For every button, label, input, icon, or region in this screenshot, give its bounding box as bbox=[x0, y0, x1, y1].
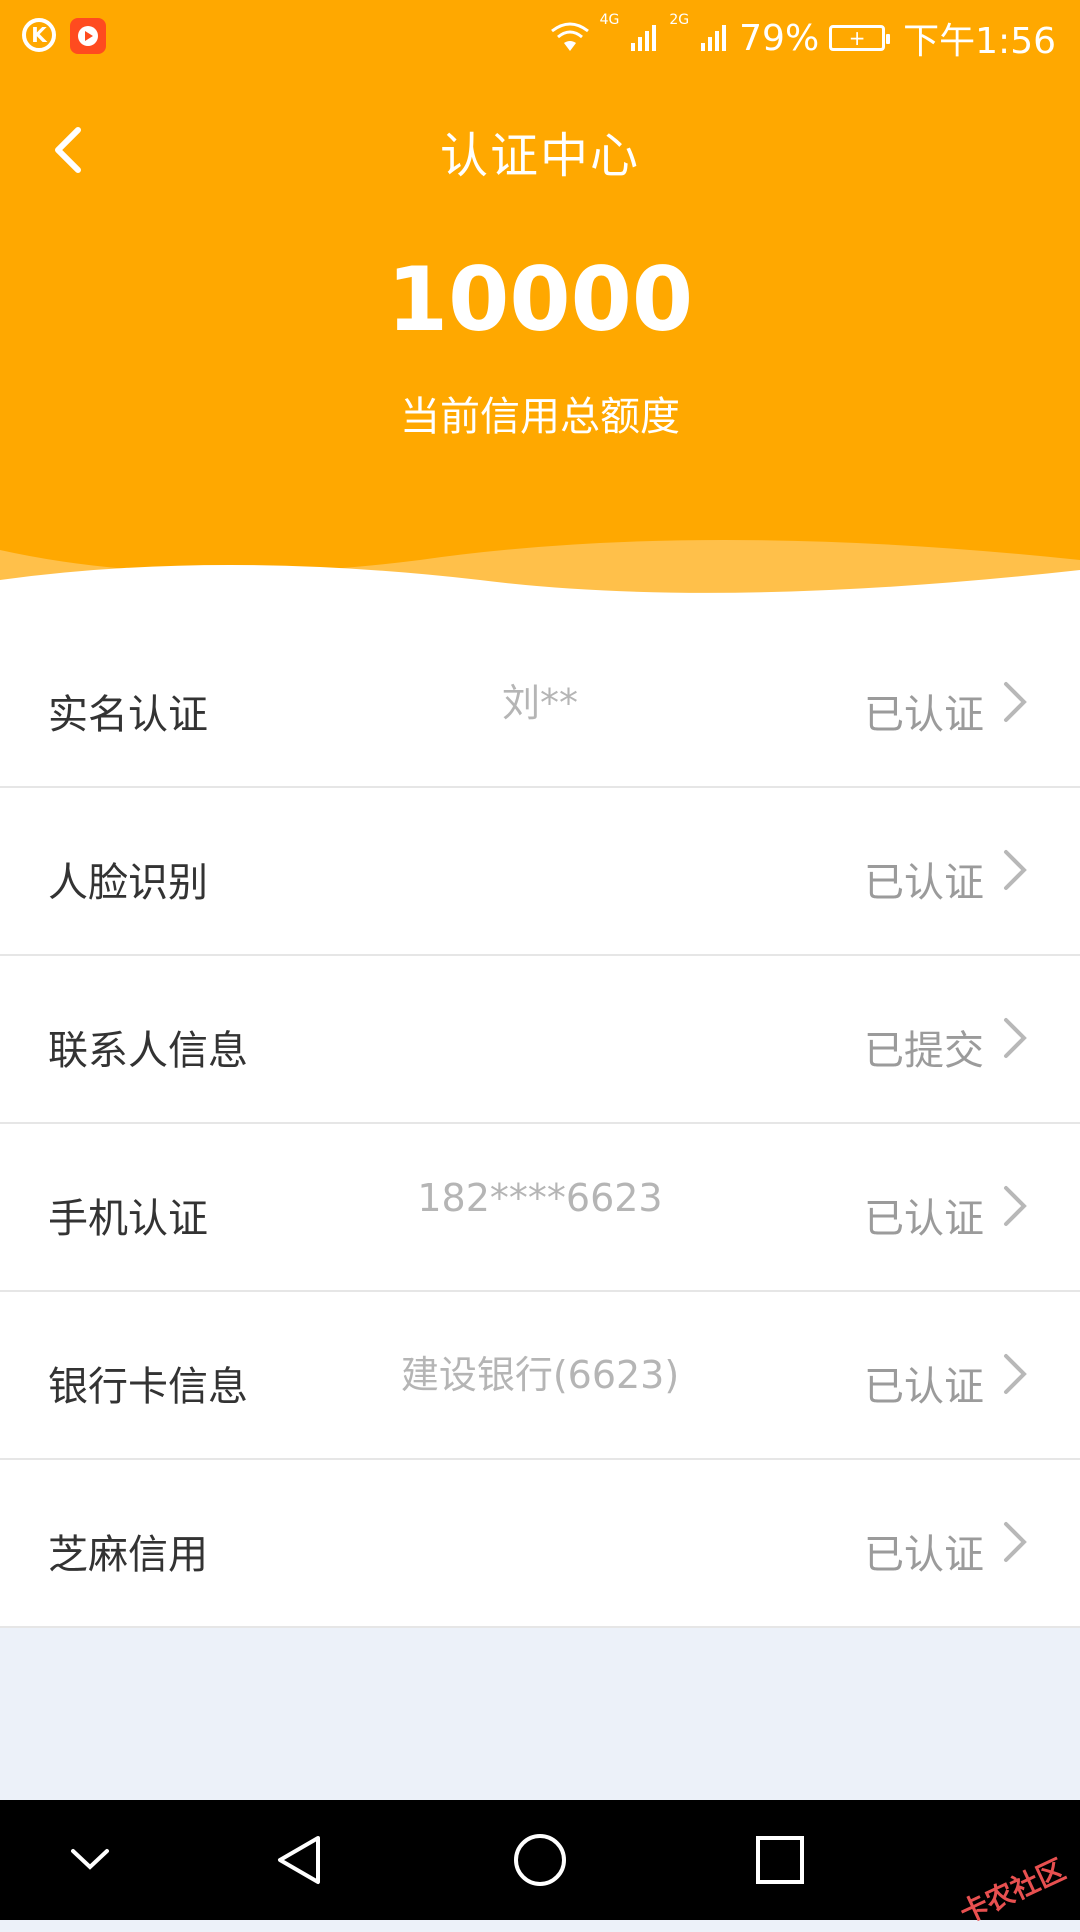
system-nav-bar: 卡农社区 bbox=[0, 1800, 1080, 1930]
k-app-icon: K bbox=[22, 18, 56, 52]
status-time: 下午1:56 bbox=[903, 21, 1056, 62]
list-row-phone[interactable]: 手机认证 182****6623 已认证 bbox=[0, 1124, 1080, 1292]
row-status: 已认证 bbox=[864, 1532, 984, 1578]
chevron-right-icon bbox=[1004, 682, 1027, 722]
signal-4g-icon bbox=[631, 25, 657, 51]
triangle-back-icon bbox=[278, 1836, 320, 1884]
page-background bbox=[0, 1628, 1080, 1800]
status-right: 4G 2G 79% + 下午1:56 bbox=[550, 12, 1056, 64]
list-row-contacts[interactable]: 联系人信息 已提交 bbox=[0, 956, 1080, 1124]
chevron-right-icon bbox=[1004, 850, 1027, 890]
chevron-right-icon bbox=[1004, 1018, 1027, 1058]
row-status: 已认证 bbox=[864, 1364, 984, 1410]
nav-hide-button[interactable] bbox=[40, 1820, 140, 1900]
row-title: 联系人信息 bbox=[48, 1028, 248, 1074]
credit-amount: 10000 bbox=[386, 248, 694, 351]
row-status: 已认证 bbox=[864, 860, 984, 906]
battery-icon: + bbox=[829, 25, 891, 51]
nav-recent-button[interactable] bbox=[730, 1820, 830, 1900]
video-app-icon bbox=[70, 18, 106, 54]
battery-percent: 79% bbox=[739, 17, 820, 59]
list-row-bank-card[interactable]: 银行卡信息 建设银行(6623) 已认证 bbox=[0, 1292, 1080, 1460]
row-status: 已提交 bbox=[864, 1028, 984, 1074]
row-status: 已认证 bbox=[864, 692, 984, 738]
chevron-right-icon bbox=[1004, 1522, 1027, 1562]
network-4g-label: 4G bbox=[599, 12, 620, 28]
page-title: 认证中心 bbox=[439, 128, 640, 184]
list-row-real-name[interactable]: 实名认证 刘** 已认证 bbox=[0, 620, 1080, 788]
chevron-down-icon bbox=[71, 1849, 109, 1870]
nav-home-button[interactable] bbox=[490, 1820, 590, 1900]
k-app-label: K bbox=[31, 23, 47, 47]
row-title: 人脸识别 bbox=[48, 860, 208, 906]
chevron-right-icon bbox=[1004, 1186, 1027, 1226]
chevron-right-icon bbox=[1004, 1354, 1027, 1394]
header: K 4G 2G 79% + 下午1:56 认证中心 10000 当前信用总额度 bbox=[0, 0, 1080, 640]
list-row-sesame-credit[interactable]: 芝麻信用 已认证 bbox=[0, 1460, 1080, 1628]
credit-label: 当前信用总额度 bbox=[400, 394, 680, 440]
verification-list: 实名认证 刘** 已认证 人脸识别 已认证 联系人信息 已提交 手机认证 182… bbox=[0, 620, 1080, 1628]
row-status: 已认证 bbox=[864, 1196, 984, 1242]
status-bar: K 4G 2G 79% + 下午1:56 bbox=[0, 0, 1080, 72]
watermark: 卡农社区 bbox=[954, 1852, 1071, 1930]
circle-home-icon bbox=[514, 1834, 566, 1886]
status-left: K bbox=[22, 18, 106, 54]
signal-2g-icon bbox=[701, 25, 727, 51]
wifi-icon bbox=[550, 22, 589, 51]
list-row-face-recognition[interactable]: 人脸识别 已认证 bbox=[0, 788, 1080, 956]
play-icon bbox=[78, 26, 98, 46]
nav-bar-top: 认证中心 bbox=[0, 100, 1080, 200]
network-2g-label: 2G bbox=[669, 12, 690, 28]
row-title: 芝麻信用 bbox=[48, 1532, 208, 1578]
square-recent-icon bbox=[756, 1836, 804, 1884]
nav-back-button[interactable] bbox=[250, 1820, 350, 1900]
